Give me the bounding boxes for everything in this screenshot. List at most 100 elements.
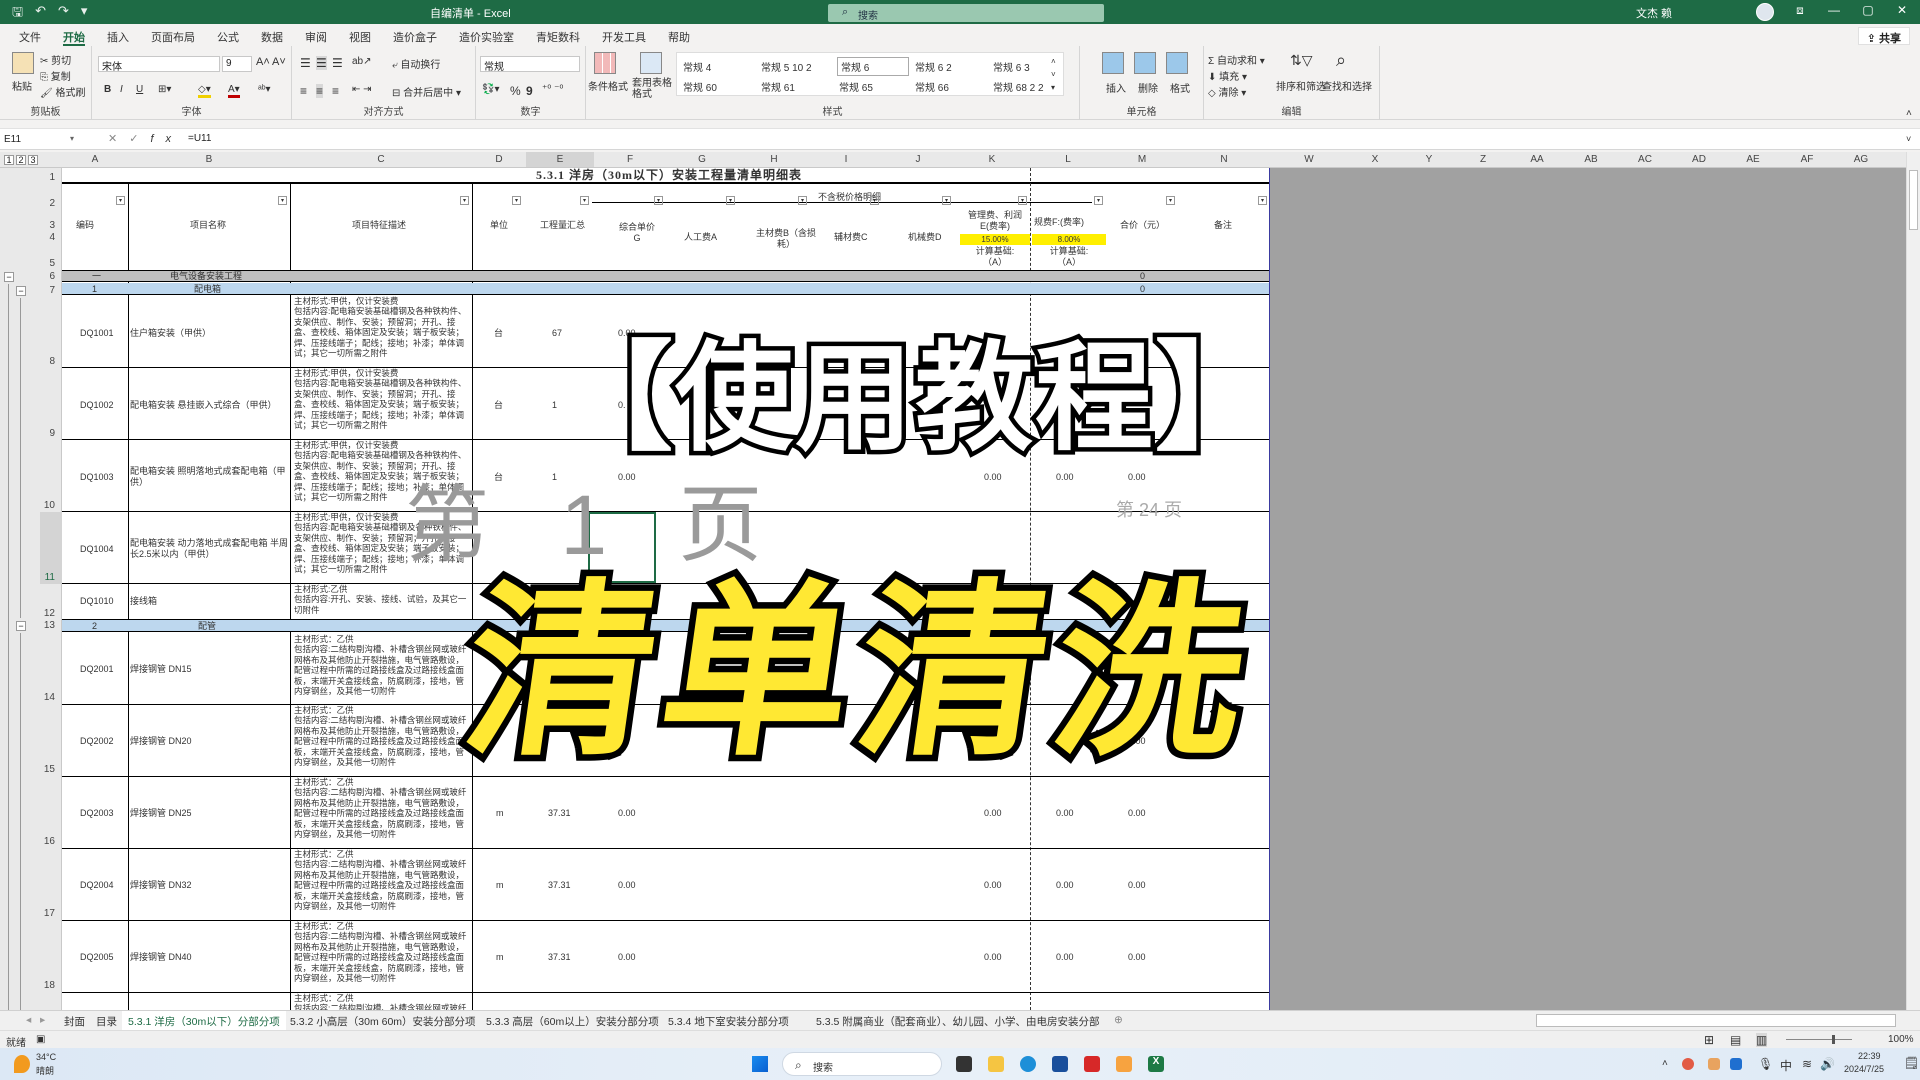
sheet-tab[interactable]: 目录 xyxy=(96,1014,117,1029)
zoom-slider-thumb[interactable] xyxy=(1832,1035,1835,1044)
horizontal-scrollbar[interactable] xyxy=(1536,1014,1896,1027)
filter-dropdown-icon[interactable]: ▾ xyxy=(654,196,663,205)
merge-center-button[interactable]: ⊟ 合并后居中 ▾ xyxy=(392,84,461,99)
column-header[interactable]: B xyxy=(128,154,290,165)
collapse-group-button[interactable]: − xyxy=(16,286,26,296)
column-header[interactable]: X xyxy=(1348,154,1402,165)
fill-button[interactable]: ⬇ 填充 ▾ xyxy=(1208,68,1247,83)
collapse-group-button[interactable]: − xyxy=(4,272,14,282)
insert-cells-icon[interactable] xyxy=(1102,52,1124,74)
tab-help[interactable]: 帮助 xyxy=(657,24,701,46)
clock-date[interactable]: 2024/7/25 xyxy=(1844,1064,1884,1074)
column-header[interactable]: H xyxy=(738,154,810,165)
weather-icon[interactable] xyxy=(14,1055,30,1073)
border-icon[interactable]: ⊞▾ xyxy=(158,84,171,95)
find-select-button[interactable]: 查找和选择 xyxy=(1322,78,1372,93)
style-item[interactable]: 常规 68 2 2 xyxy=(993,79,1044,94)
delete-cells-icon[interactable] xyxy=(1134,52,1156,74)
row-header[interactable]: 12 xyxy=(44,608,55,619)
tab-page-layout[interactable]: 页面布局 xyxy=(140,24,206,46)
accounting-icon[interactable]: 💱▾ xyxy=(482,84,499,95)
scroll-thumb[interactable] xyxy=(1909,170,1918,230)
conditional-format-button[interactable]: 条件格式 xyxy=(588,78,628,93)
mgmt-rate-cell[interactable]: 15.00% xyxy=(960,234,1030,245)
number-format-select[interactable]: 常规 xyxy=(480,56,580,73)
zoom-level[interactable]: 100% xyxy=(1888,1034,1914,1045)
section-row[interactable] xyxy=(62,270,1269,282)
column-header[interactable]: I xyxy=(810,154,882,165)
column-header[interactable]: G xyxy=(666,154,738,165)
copy-button[interactable]: ⎘ 复制 xyxy=(40,68,71,83)
delete-cells-button[interactable]: 删除 xyxy=(1138,80,1158,95)
sort-filter-icon[interactable]: ⇅▽ xyxy=(1290,52,1313,69)
row-header[interactable]: 15 xyxy=(44,764,55,775)
filter-dropdown-icon[interactable]: ▾ xyxy=(116,196,125,205)
vertical-scrollbar[interactable] xyxy=(1906,152,1920,1010)
increase-font-icon[interactable]: A˄ xyxy=(256,56,270,68)
percent-button[interactable]: % xyxy=(510,84,521,98)
paste-icon[interactable] xyxy=(12,52,34,74)
tab-cost-lab[interactable]: 造价实验室 xyxy=(448,24,525,46)
filter-dropdown-icon[interactable]: ▾ xyxy=(1166,196,1175,205)
row-header[interactable]: 16 xyxy=(44,836,55,847)
column-header-selected[interactable]: E xyxy=(526,152,594,167)
customize-qat-icon[interactable]: ▾ xyxy=(81,3,88,25)
column-header[interactable]: AC xyxy=(1618,154,1672,165)
phonetic-icon[interactable]: ᵃᵇ▾ xyxy=(258,84,271,95)
format-painter-button[interactable]: 🖌 格式刷 xyxy=(40,84,85,99)
column-header[interactable]: AE xyxy=(1726,154,1780,165)
decimal-icon[interactable]: ⁺⁰ ⁻⁰ xyxy=(542,84,563,95)
style-item[interactable]: 常规 6 3 xyxy=(993,59,1030,74)
filter-dropdown-icon[interactable]: ▾ xyxy=(1094,196,1103,205)
align-middle-icon[interactable]: ☰ xyxy=(316,56,327,70)
tab-file[interactable]: 文件 xyxy=(8,24,52,46)
row-header[interactable]: 14 xyxy=(44,692,55,703)
ime-indicator[interactable]: 中 xyxy=(1780,1057,1792,1074)
outline-level-3[interactable]: 3 xyxy=(28,155,38,165)
style-item[interactable]: 常规 65 xyxy=(839,79,873,94)
format-cells-button[interactable]: 格式 xyxy=(1170,80,1190,95)
row-header-selected[interactable]: 11 xyxy=(45,572,55,583)
row-header[interactable]: 7 xyxy=(49,285,55,296)
weather-desc[interactable]: 晴朗 xyxy=(36,1064,54,1077)
column-header[interactable]: M xyxy=(1106,154,1178,165)
column-header[interactable]: L xyxy=(1030,154,1106,165)
sheet-tab[interactable]: 5.3.3 高层（60m以上）安装分部分项 xyxy=(486,1014,659,1029)
column-header[interactable]: AG xyxy=(1834,154,1888,165)
tab-home[interactable]: 开始 xyxy=(52,24,96,46)
row-header[interactable]: 1 xyxy=(49,172,55,183)
weather-temp[interactable]: 34°C xyxy=(36,1052,56,1062)
filter-dropdown-icon[interactable]: ▾ xyxy=(726,196,735,205)
tab-insert[interactable]: 插入 xyxy=(96,24,140,46)
underline-button[interactable]: U xyxy=(136,84,143,95)
outline-level-2[interactable]: 2 xyxy=(16,155,26,165)
font-size-select[interactable]: 9 xyxy=(222,56,252,72)
ribbon-display-options-button[interactable]: ⧈ xyxy=(1790,3,1810,18)
style-item-selected[interactable]: 常规 6 xyxy=(837,57,909,76)
style-item[interactable]: 常规 60 xyxy=(683,79,717,94)
subsection-row[interactable] xyxy=(62,283,1269,295)
store-icon[interactable] xyxy=(1052,1056,1068,1072)
sort-filter-button[interactable]: 排序和筛选 xyxy=(1276,78,1326,93)
column-header[interactable]: AB xyxy=(1564,154,1618,165)
column-header[interactable]: AF xyxy=(1780,154,1834,165)
format-cells-icon[interactable] xyxy=(1166,52,1188,74)
pdf-app-icon[interactable] xyxy=(1084,1056,1100,1072)
zoom-slider[interactable] xyxy=(1786,1039,1852,1040)
column-header[interactable]: D xyxy=(472,154,526,165)
font-color-icon[interactable]: A▾ xyxy=(228,84,240,98)
tab-cost-box[interactable]: 造价盒子 xyxy=(382,24,448,46)
style-item[interactable]: 常规 61 xyxy=(761,79,795,94)
file-explorer-icon[interactable] xyxy=(988,1056,1004,1072)
tray-overflow-icon[interactable]: ˄ xyxy=(1662,1058,1668,1069)
name-box-dropdown-icon[interactable]: ▾ xyxy=(70,134,74,143)
share-button[interactable]: ⇪ 共享 xyxy=(1857,27,1910,45)
taskbar-search[interactable]: ⌕ 搜索 xyxy=(782,1052,942,1076)
start-icon[interactable] xyxy=(752,1056,768,1072)
search-box[interactable]: ⌕ 搜索 xyxy=(828,4,1104,22)
filter-dropdown-icon[interactable]: ▾ xyxy=(870,196,879,205)
align-center-icon[interactable]: ≡ xyxy=(316,84,324,98)
clock-time[interactable]: 22:39 xyxy=(1858,1051,1881,1061)
tab-data[interactable]: 数据 xyxy=(250,24,294,46)
sheet-tab[interactable]: 封面 xyxy=(64,1014,85,1029)
